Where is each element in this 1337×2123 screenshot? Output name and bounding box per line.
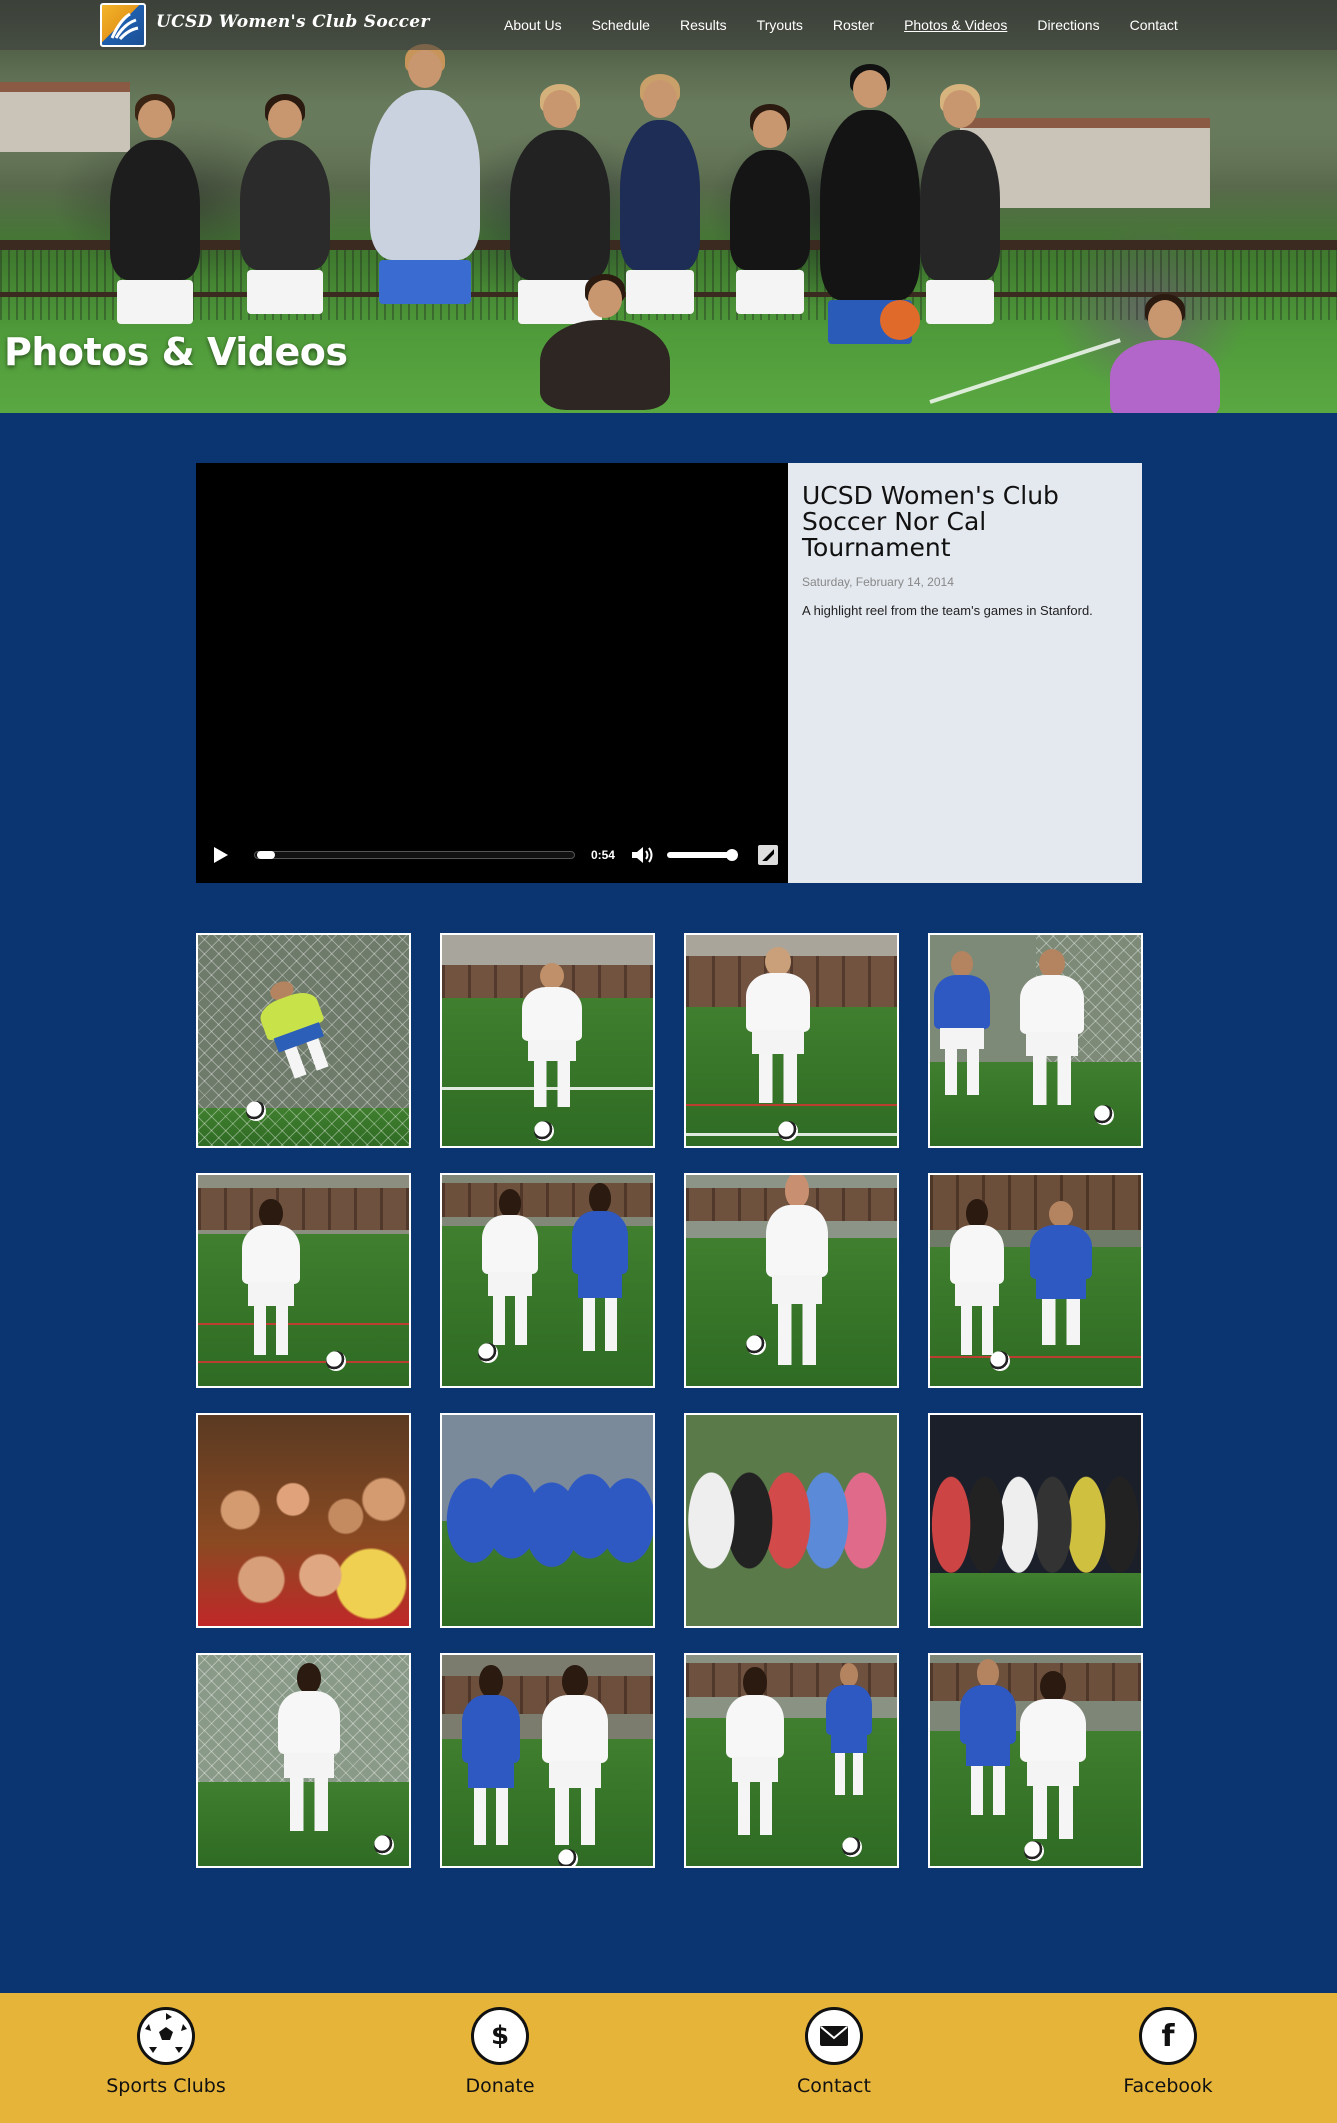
gallery-photo[interactable] xyxy=(196,1413,411,1628)
gallery-photo[interactable] xyxy=(684,1413,899,1628)
video-progress-bar[interactable] xyxy=(253,851,575,859)
gallery-photo[interactable] xyxy=(684,1173,899,1388)
gallery-photo[interactable] xyxy=(440,1173,655,1388)
nav-results[interactable]: Results xyxy=(680,17,727,33)
fullscreen-button[interactable] xyxy=(758,845,778,865)
video-info-panel: UCSD Women's Club Soccer Nor Cal Tournam… xyxy=(788,463,1142,883)
footer-link-contact[interactable]: Contact xyxy=(734,2007,934,2097)
video-duration: 0:54 xyxy=(590,848,615,862)
brand-name[interactable]: UCSD Women's Club Soccer xyxy=(156,12,430,32)
video-player[interactable]: 0:54 xyxy=(196,463,788,883)
play-button[interactable] xyxy=(206,840,236,870)
nav-schedule[interactable]: Schedule xyxy=(592,17,650,33)
volume-button[interactable] xyxy=(631,843,657,867)
featured-video: 0:54 UCSD Women's Club Soccer Nor Cal To… xyxy=(196,463,1142,883)
footer-link-sports-clubs[interactable]: Sports Clubs xyxy=(66,2007,266,2097)
nav-roster[interactable]: Roster xyxy=(833,17,874,33)
dollar-icon: $ xyxy=(471,2007,529,2065)
footer-link-donate[interactable]: $ Donate xyxy=(400,2007,600,2097)
gallery-photo[interactable] xyxy=(440,1653,655,1868)
footer-label: Sports Clubs xyxy=(106,2075,226,2097)
gallery-photo[interactable] xyxy=(440,1413,655,1628)
facebook-icon: f xyxy=(1139,2007,1197,2065)
gallery-photo[interactable] xyxy=(928,1653,1143,1868)
nav-tryouts[interactable]: Tryouts xyxy=(757,17,803,33)
footer-label: Facebook xyxy=(1123,2075,1213,2097)
footer-link-facebook[interactable]: f Facebook xyxy=(1068,2007,1268,2097)
nav-contact[interactable]: Contact xyxy=(1130,17,1178,33)
club-logo[interactable] xyxy=(100,3,146,47)
gallery-photo[interactable] xyxy=(928,1173,1143,1388)
video-description: A highlight reel from the team's games i… xyxy=(802,603,1093,618)
hero-banner: UCSD Women's Club Soccer About Us Schedu… xyxy=(0,0,1337,413)
video-controls: 0:54 xyxy=(196,827,788,883)
page-title: Photos & Videos xyxy=(4,330,348,374)
footer-label: Contact xyxy=(797,2075,871,2097)
soccer-ball-icon xyxy=(137,2007,195,2065)
gallery-photo[interactable] xyxy=(196,1173,411,1388)
top-navigation-bar: UCSD Women's Club Soccer About Us Schedu… xyxy=(0,0,1337,50)
gallery-photo[interactable] xyxy=(684,1653,899,1868)
video-title: UCSD Women's Club Soccer Nor Cal Tournam… xyxy=(802,481,1059,562)
nav-photos-videos[interactable]: Photos & Videos xyxy=(904,17,1007,33)
gallery-photo[interactable] xyxy=(684,933,899,1148)
speaker-icon xyxy=(631,847,653,863)
site-footer: Sports Clubs $ Donate Contact f Facebook xyxy=(0,1993,1337,2123)
video-date: Saturday, February 14, 2014 xyxy=(802,575,954,589)
main-nav: About Us Schedule Results Tryouts Roster… xyxy=(504,0,1208,50)
play-icon xyxy=(213,847,228,863)
nav-about-us[interactable]: About Us xyxy=(504,17,562,33)
gallery-photo[interactable] xyxy=(196,933,411,1148)
gallery-photo[interactable] xyxy=(440,933,655,1148)
gallery-photo[interactable] xyxy=(928,1413,1143,1628)
volume-slider[interactable] xyxy=(666,849,739,861)
nav-directions[interactable]: Directions xyxy=(1037,17,1099,33)
envelope-icon xyxy=(805,2007,863,2065)
gallery-photo[interactable] xyxy=(928,933,1143,1148)
gallery-photo[interactable] xyxy=(196,1653,411,1868)
footer-label: Donate xyxy=(465,2075,535,2097)
